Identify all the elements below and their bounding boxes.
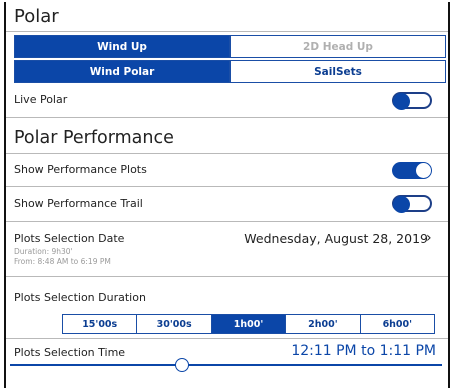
sailsets-button[interactable]: SailSets <box>230 60 446 83</box>
view-mode-segmented-control: Wind Up 2D Head Up <box>14 35 446 58</box>
plots-range-text: From: 8:48 AM to 6:19 PM <box>14 257 111 266</box>
polar-section-title: Polar <box>14 6 59 27</box>
show-performance-plots-toggle[interactable] <box>392 162 432 179</box>
divider <box>6 221 448 222</box>
divider <box>6 186 448 187</box>
duration-option-30m[interactable]: 30'00s <box>137 315 212 333</box>
duration-segmented-control: 15'00s 30'00s 1h00' 2h00' 6h00' <box>62 314 435 334</box>
live-polar-toggle[interactable] <box>392 92 432 110</box>
divider <box>6 338 448 339</box>
live-polar-label: Live Polar <box>14 93 68 106</box>
time-slider-thumb[interactable] <box>175 358 189 372</box>
toggle-knob <box>416 163 431 178</box>
show-performance-trail-label: Show Performance Trail <box>14 197 143 210</box>
divider <box>6 31 448 32</box>
wind-up-button[interactable]: Wind Up <box>14 35 230 58</box>
divider <box>6 153 448 154</box>
plots-duration-text: Duration: 9h30' <box>14 247 73 256</box>
time-slider-track[interactable] <box>10 364 442 366</box>
plots-selection-time-label: Plots Selection Time <box>14 346 126 359</box>
divider <box>6 276 448 277</box>
duration-option-15m[interactable]: 15'00s <box>63 315 138 333</box>
plots-selection-time-value: 12:11 PM to 1:11 PM <box>291 343 436 359</box>
plots-selection-date-value[interactable]: Wednesday, August 28, 2019 <box>244 231 428 246</box>
duration-option-2h[interactable]: 2h00' <box>286 315 361 333</box>
duration-option-1h[interactable]: 1h00' <box>211 315 287 333</box>
show-performance-trail-toggle[interactable] <box>392 195 432 213</box>
duration-option-6h[interactable]: 6h00' <box>361 315 434 333</box>
wind-polar-button[interactable]: Wind Polar <box>14 60 230 83</box>
head-up-button[interactable]: 2D Head Up <box>230 35 446 58</box>
toggle-knob <box>393 196 410 213</box>
polar-performance-title: Polar Performance <box>14 128 174 148</box>
chevron-right-icon[interactable]: › <box>426 230 432 246</box>
polar-mode-segmented-control: Wind Polar SailSets <box>14 60 446 83</box>
plots-selection-duration-label: Plots Selection Duration <box>14 291 146 304</box>
plots-selection-date-label: Plots Selection Date <box>14 232 125 245</box>
show-performance-plots-label: Show Performance Plots <box>14 163 147 176</box>
toggle-knob <box>393 93 410 110</box>
divider <box>6 117 448 118</box>
